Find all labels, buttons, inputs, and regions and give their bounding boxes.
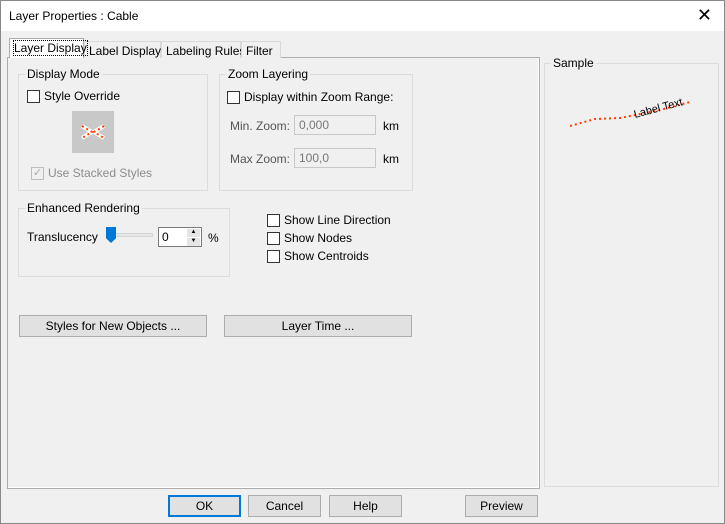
min-zoom-label: Min. Zoom: xyxy=(230,119,291,133)
zoom-layering-title: Zoom Layering xyxy=(226,67,311,81)
layer-time-button[interactable]: Layer Time ... xyxy=(224,315,412,337)
spin-down-icon[interactable]: ▼ xyxy=(187,238,200,246)
tab-label-display[interactable]: Label Display xyxy=(84,41,161,58)
min-zoom-input[interactable]: 0,000 xyxy=(294,115,376,135)
min-zoom-unit: km xyxy=(383,119,399,133)
display-within-zoom-label: Display within Zoom Range: xyxy=(244,90,394,104)
translucency-spinbox[interactable]: 0 ▲ ▼ xyxy=(158,227,202,247)
display-mode-group: Display Mode Style Override ✓ Use Stacke… xyxy=(18,67,208,191)
tab-filter[interactable]: Filter xyxy=(241,41,281,58)
style-preview-button[interactable] xyxy=(72,111,114,153)
sample-title: Sample xyxy=(551,56,596,70)
translucency-slider-thumb[interactable] xyxy=(106,227,116,243)
line-style-icon xyxy=(80,124,106,140)
max-zoom-label: Max Zoom: xyxy=(230,152,291,166)
spin-up-icon[interactable]: ▲ xyxy=(187,229,200,237)
max-zoom-input[interactable]: 100,0 xyxy=(294,148,376,168)
style-override-label: Style Override xyxy=(44,89,121,103)
tab-labeling-rules[interactable]: Labeling Rules xyxy=(161,41,245,58)
translucency-value: 0 xyxy=(162,230,169,244)
styles-for-new-objects-button[interactable]: Styles for New Objects ... xyxy=(19,315,207,337)
sample-preview: Label Text xyxy=(569,96,691,127)
show-centroids-checkbox[interactable] xyxy=(267,250,280,263)
enhanced-rendering-title: Enhanced Rendering xyxy=(25,201,142,215)
preview-button[interactable]: Preview xyxy=(465,495,538,517)
help-button[interactable]: Help xyxy=(329,495,402,517)
enhanced-rendering-group: Enhanced Rendering Translucency 0 ▲ ▼ % xyxy=(18,201,230,277)
zoom-layering-group: Zoom Layering Display within Zoom Range:… xyxy=(219,67,413,191)
ok-button[interactable]: OK xyxy=(168,495,241,517)
show-centroids-label: Show Centroids xyxy=(284,249,369,263)
use-stacked-styles-label: Use Stacked Styles xyxy=(48,166,153,180)
show-nodes-checkbox[interactable] xyxy=(267,232,280,245)
sample-group: Sample Label Text xyxy=(544,56,719,487)
display-within-zoom-checkbox[interactable] xyxy=(227,91,240,104)
style-override-checkbox[interactable] xyxy=(27,90,40,103)
display-mode-title: Display Mode xyxy=(25,67,102,81)
show-nodes-label: Show Nodes xyxy=(284,231,353,245)
title-bar: Layer Properties : Cable ✕ xyxy=(0,0,725,31)
tab-layer-display[interactable]: Layer Display xyxy=(9,38,88,58)
sample-label-text: Label Text xyxy=(633,96,684,121)
window-title: Layer Properties : Cable xyxy=(9,9,139,23)
close-icon[interactable]: ✕ xyxy=(697,5,712,26)
show-line-direction-checkbox[interactable] xyxy=(267,214,280,227)
show-line-direction-label: Show Line Direction xyxy=(284,213,391,227)
cancel-button[interactable]: Cancel xyxy=(248,495,321,517)
use-stacked-styles-checkbox[interactable]: ✓ xyxy=(31,167,44,180)
translucency-label: Translucency xyxy=(27,230,98,244)
max-zoom-unit: km xyxy=(383,152,399,166)
translucency-unit: % xyxy=(208,231,219,245)
